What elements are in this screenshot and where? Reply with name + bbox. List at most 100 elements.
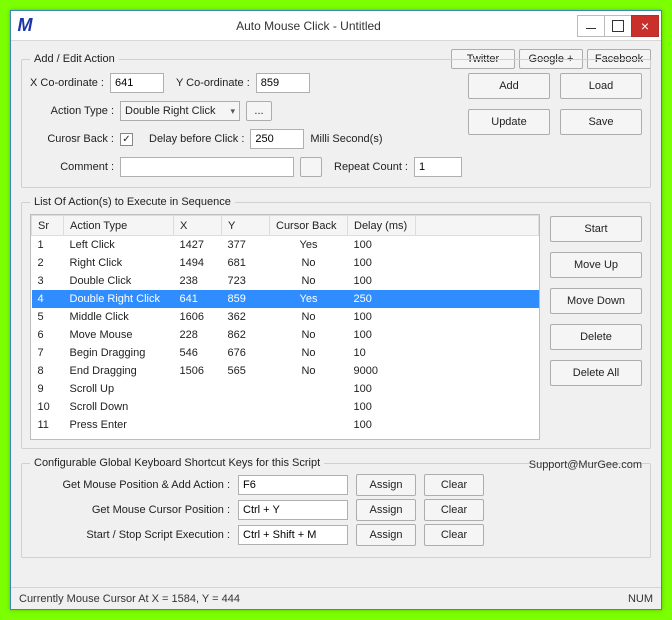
cell-sr: 9 [32, 380, 64, 398]
cell-y: 676 [222, 344, 270, 362]
delay-unit: Milli Second(s) [310, 133, 382, 145]
cell-x: 228 [174, 326, 222, 344]
cell-x: 546 [174, 344, 222, 362]
cell-y: 565 [222, 362, 270, 380]
col-type[interactable]: Action Type [64, 216, 174, 236]
cell-sr: 6 [32, 326, 64, 344]
close-button[interactable]: × [631, 15, 659, 37]
shortcut2-input[interactable] [238, 500, 348, 520]
col-x[interactable]: X [174, 216, 222, 236]
table-row[interactable]: 5Middle Click1606362No100 [32, 308, 539, 326]
status-text: Currently Mouse Cursor At X = 1584, Y = … [19, 593, 240, 605]
cell-y: 862 [222, 326, 270, 344]
shortcut3-clear[interactable]: Clear [424, 524, 484, 546]
cell-type: Scroll Down [64, 398, 174, 416]
action-list-table[interactable]: Sr Action Type X Y Cursor Back Delay (ms… [30, 214, 540, 440]
shortcut1-clear[interactable]: Clear [424, 474, 484, 496]
cell-sr: 4 [32, 290, 64, 308]
cell-type: Left Click [64, 236, 174, 254]
minimize-button[interactable] [577, 15, 605, 37]
cell-cb: No [270, 272, 348, 290]
action-type-label: Action Type : [30, 105, 114, 117]
table-row[interactable]: 11Press Enter100 [32, 416, 539, 434]
y-coord-input[interactable] [256, 73, 310, 93]
delete-button[interactable]: Delete [550, 324, 642, 350]
cell-cb: No [270, 326, 348, 344]
shortcut3-input[interactable] [238, 525, 348, 545]
delete-all-button[interactable]: Delete All [550, 360, 642, 386]
main-window: M Auto Mouse Click - Untitled × Twitter … [10, 10, 662, 610]
titlebar[interactable]: M Auto Mouse Click - Untitled × [11, 11, 661, 41]
cell-delay: 100 [348, 326, 416, 344]
window-title: Auto Mouse Click - Untitled [39, 19, 578, 33]
shortcut2-label: Get Mouse Cursor Position : [30, 504, 230, 516]
cell-delay: 9000 [348, 362, 416, 380]
comment-aux-button[interactable] [300, 157, 322, 177]
col-y[interactable]: Y [222, 216, 270, 236]
window-controls: × [578, 15, 659, 37]
cell-cb [270, 416, 348, 434]
cell-type: Scroll Up [64, 380, 174, 398]
shortcut2-assign[interactable]: Assign [356, 499, 416, 521]
cell-sr: 7 [32, 344, 64, 362]
repeat-count-input[interactable] [414, 157, 462, 177]
cell-y: 681 [222, 254, 270, 272]
maximize-button[interactable] [604, 15, 632, 37]
x-coord-input[interactable] [110, 73, 164, 93]
table-row[interactable]: 3Double Click238723No100 [32, 272, 539, 290]
cell-type: Middle Click [64, 308, 174, 326]
col-sr[interactable]: Sr [32, 216, 64, 236]
cell-y: 859 [222, 290, 270, 308]
cell-cb: No [270, 344, 348, 362]
table-row[interactable]: 2Right Click1494681No100 [32, 254, 539, 272]
cell-x: 1494 [174, 254, 222, 272]
shortcut3-assign[interactable]: Assign [356, 524, 416, 546]
shortcuts-group: Configurable Global Keyboard Shortcut Ke… [21, 457, 651, 558]
shortcut1-assign[interactable]: Assign [356, 474, 416, 496]
delay-input[interactable] [250, 129, 304, 149]
cell-x [174, 380, 222, 398]
save-button[interactable]: Save [560, 109, 642, 135]
col-cursor-back[interactable]: Cursor Back [270, 216, 348, 236]
list-legend: List Of Action(s) to Execute in Sequence [30, 196, 235, 208]
cell-cb [270, 380, 348, 398]
update-button[interactable]: Update [468, 109, 550, 135]
cursor-back-checkbox[interactable]: ✓ [120, 133, 133, 146]
table-row[interactable]: 8End Dragging1506565No9000 [32, 362, 539, 380]
content-area: Twitter Google + Facebook Add / Edit Act… [11, 41, 661, 587]
repeat-count-label: Repeat Count : [334, 161, 408, 173]
table-row[interactable]: 10Scroll Down100 [32, 398, 539, 416]
table-row[interactable]: 6Move Mouse228862No100 [32, 326, 539, 344]
cell-cb: No [270, 308, 348, 326]
action-type-more-button[interactable]: ... [246, 101, 272, 121]
move-up-button[interactable]: Move Up [550, 252, 642, 278]
edit-legend: Add / Edit Action [30, 53, 119, 65]
table-row[interactable]: 4Double Right Click641859Yes250 [32, 290, 539, 308]
cell-y: 377 [222, 236, 270, 254]
cell-cb [270, 398, 348, 416]
cell-type: Double Right Click [64, 290, 174, 308]
load-button[interactable]: Load [560, 73, 642, 99]
col-delay[interactable]: Delay (ms) [348, 216, 416, 236]
cell-y [222, 398, 270, 416]
move-down-button[interactable]: Move Down [550, 288, 642, 314]
comment-input[interactable] [120, 157, 294, 177]
shortcut2-clear[interactable]: Clear [424, 499, 484, 521]
table-row[interactable]: 9Scroll Up100 [32, 380, 539, 398]
status-bar: Currently Mouse Cursor At X = 1584, Y = … [11, 587, 661, 609]
cell-type: Begin Dragging [64, 344, 174, 362]
cell-sr: 10 [32, 398, 64, 416]
col-extra[interactable] [416, 216, 539, 236]
table-header-row[interactable]: Sr Action Type X Y Cursor Back Delay (ms… [32, 216, 539, 236]
add-button[interactable]: Add [468, 73, 550, 99]
table-row[interactable]: 7Begin Dragging546676No10 [32, 344, 539, 362]
cell-x [174, 398, 222, 416]
table-row[interactable]: 1Left Click1427377Yes100 [32, 236, 539, 254]
cell-sr: 11 [32, 416, 64, 434]
start-button[interactable]: Start [550, 216, 642, 242]
shortcut1-input[interactable] [238, 475, 348, 495]
action-type-select[interactable]: Double Right Click [120, 101, 240, 121]
delay-label: Delay before Click : [149, 133, 244, 145]
cell-y [222, 380, 270, 398]
cell-delay: 100 [348, 272, 416, 290]
